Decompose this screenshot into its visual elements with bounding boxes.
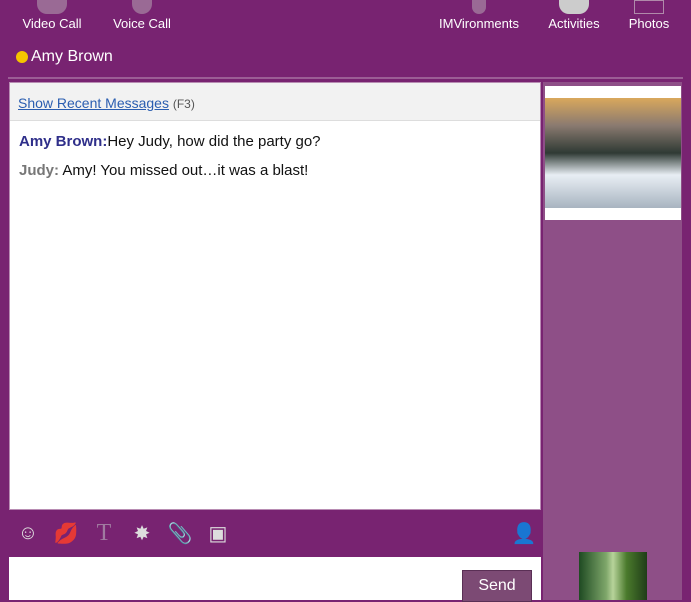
share-photo-icon[interactable]: ▣ — [205, 521, 231, 545]
show-recent-messages-link[interactable]: Show Recent Messages — [18, 95, 169, 111]
voice-call-button[interactable]: Voice Call — [108, 0, 176, 31]
contact-header: Amy Brown — [16, 48, 113, 66]
recent-messages-bar: Show Recent Messages (F3) — [10, 83, 540, 121]
imvironments-button[interactable]: IMVironments — [434, 0, 524, 31]
photos-icon — [634, 0, 664, 14]
divider — [8, 77, 683, 79]
text-format-icon[interactable]: T — [91, 520, 117, 546]
contact-info-icon[interactable]: 👤 — [511, 521, 537, 545]
microphone-icon — [132, 0, 152, 14]
attach-icon[interactable]: 📎 — [167, 521, 193, 545]
my-display-image — [579, 552, 647, 600]
activities-button[interactable]: Activities — [542, 0, 606, 31]
buzz-icon[interactable]: ✸ — [129, 521, 155, 545]
webcam-icon — [37, 0, 67, 14]
message: Judy: Amy! You missed out…it was a blast… — [10, 162, 540, 179]
imvironments-icon — [472, 0, 486, 14]
audibles-icon[interactable]: 💋 — [53, 521, 79, 545]
contact-display-image — [545, 86, 681, 220]
message-text: Amy! You missed out…it was a blast! — [59, 162, 309, 179]
conversation-pane: Show Recent Messages (F3) Amy Brown:Hey … — [9, 82, 541, 510]
photos-button[interactable]: Photos — [624, 0, 674, 31]
emoticon-icon[interactable]: ☺ — [15, 521, 41, 545]
shortcut-hint: (F3) — [172, 97, 195, 111]
formatting-toolbar: ☺ 💋 T ✸ 📎 ▣ 👤 — [9, 512, 541, 554]
contact-name: Amy Brown — [31, 48, 113, 65]
video-call-button[interactable]: Video Call — [18, 0, 86, 31]
message-sender: Amy Brown: — [19, 133, 108, 150]
message-input[interactable]: Send — [9, 557, 541, 602]
activities-icon — [559, 0, 589, 14]
message: Amy Brown:Hey Judy, how did the party go… — [10, 133, 540, 150]
message-sender: Judy: — [19, 162, 60, 179]
status-icon — [16, 51, 28, 63]
message-text: Hey Judy, how did the party go? — [107, 133, 321, 150]
send-button[interactable]: Send — [462, 570, 532, 602]
avatar-panel — [543, 82, 682, 600]
